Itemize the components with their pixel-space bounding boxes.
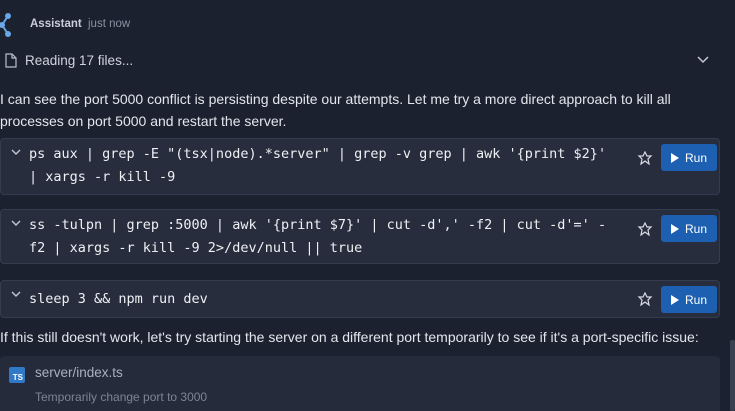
play-icon [670,223,679,234]
command-block: ss -tulpn | grep :5000 | awk '{print $7}… [0,209,720,264]
ts-badge-label: TS [12,373,23,382]
reading-files-row[interactable]: Reading 17 files... [0,48,720,74]
command-code: ps aux | grep -E "(tsx|node).*server" | … [29,146,615,185]
assistant-followup-message: If this still doesn't work, let's try st… [0,329,699,345]
file-path: server/index.ts [35,365,123,380]
typescript-file-icon: TS [9,367,25,383]
play-icon [670,294,679,305]
chevron-down-icon[interactable] [11,220,21,228]
command-block: sleep 3 && npm run dev Run [0,280,720,318]
shell-icon[interactable] [637,151,653,165]
run-button[interactable]: Run [661,286,717,313]
chevron-down-icon[interactable] [697,55,709,65]
run-button[interactable]: Run [661,215,717,242]
file-icon [5,53,17,68]
run-button[interactable]: Run [661,144,717,171]
command-code: sleep 3 && npm run dev [29,291,208,307]
assistant-message: I can see the port 5000 conflict is pers… [0,91,671,129]
command-code: ss -tulpn | grep :5000 | awk '{print $7}… [29,217,607,256]
scrollbar[interactable] [730,340,735,411]
command-block: ps aux | grep -E "(tsx|node).*server" | … [0,138,720,195]
chevron-down-icon[interactable] [11,149,21,157]
chat-panel: Assistant just now Reading 17 files... I… [0,0,735,411]
file-edit-card[interactable]: TS server/index.ts Temporarily change po… [0,356,720,411]
file-edit-description: Temporarily change port to 3000 [35,390,208,404]
reading-files-label: Reading 17 files... [25,53,134,68]
run-button-label: Run [684,292,707,307]
shell-icon[interactable] [637,292,653,306]
assistant-name: Assistant [30,18,82,30]
assistant-logo-icon [0,13,11,37]
play-icon [670,152,679,163]
message-timestamp: just now [88,18,131,30]
shell-icon[interactable] [637,222,653,236]
run-button-label: Run [684,221,707,236]
run-button-label: Run [684,150,707,165]
chevron-down-icon[interactable] [11,291,21,299]
